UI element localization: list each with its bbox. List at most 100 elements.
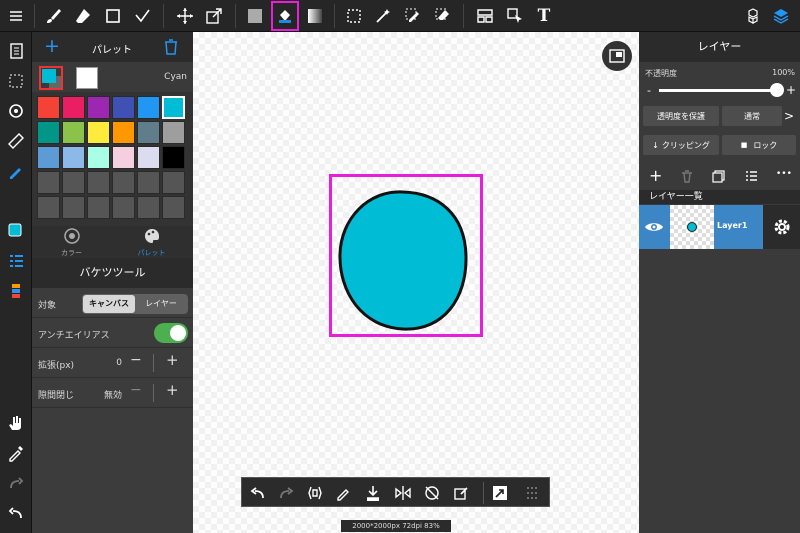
transform-icon[interactable] bbox=[201, 3, 227, 29]
color-swatch[interactable] bbox=[112, 96, 135, 119]
color-swatch[interactable] bbox=[87, 171, 110, 194]
color-swatch[interactable] bbox=[112, 171, 135, 194]
color-swatch[interactable] bbox=[87, 96, 110, 119]
color-swatch[interactable] bbox=[162, 121, 185, 144]
move-icon[interactable] bbox=[172, 3, 198, 29]
eye-icon[interactable] bbox=[644, 220, 664, 234]
color-swatch[interactable] bbox=[62, 121, 85, 144]
flip-icon[interactable] bbox=[394, 485, 412, 501]
color-swatch[interactable] bbox=[62, 171, 85, 194]
expand-plus-button[interactable]: + bbox=[166, 351, 179, 369]
target-canvas-option[interactable]: キャンバス bbox=[83, 295, 135, 313]
canvas-area[interactable]: 2000*2000px 72dpi 83% bbox=[193, 32, 639, 533]
target-layer-option[interactable]: レイヤー bbox=[135, 295, 187, 313]
color-swatch[interactable] bbox=[112, 196, 135, 219]
color-swatch[interactable] bbox=[162, 171, 185, 194]
color-swatch[interactable] bbox=[137, 121, 160, 144]
blend-arrow-icon[interactable]: > bbox=[784, 107, 798, 125]
selection-display-icon[interactable] bbox=[3, 68, 29, 94]
color-swatch[interactable] bbox=[87, 146, 110, 169]
color-swatch[interactable] bbox=[87, 121, 110, 144]
opacity-plus-button[interactable]: + bbox=[786, 83, 796, 97]
layers-icon[interactable] bbox=[768, 3, 794, 29]
vector-icon[interactable] bbox=[130, 3, 156, 29]
select-icon[interactable] bbox=[341, 3, 367, 29]
clipping-button[interactable]: ↓ クリッピング bbox=[643, 135, 719, 155]
add-layer-icon[interactable]: + bbox=[649, 166, 662, 185]
operation-icon[interactable] bbox=[502, 3, 528, 29]
delete-layer-icon[interactable] bbox=[681, 170, 693, 183]
fill-color-icon[interactable] bbox=[242, 3, 268, 29]
color-swatch[interactable] bbox=[37, 121, 60, 144]
redo-icon[interactable] bbox=[278, 485, 294, 501]
expand-minus-button[interactable]: − bbox=[130, 352, 142, 368]
tab-palette[interactable]: パレット bbox=[124, 228, 179, 258]
hand-icon[interactable] bbox=[3, 410, 29, 436]
more-icon[interactable]: ••• bbox=[776, 169, 792, 179]
download-icon[interactable] bbox=[365, 484, 381, 502]
undo-icon[interactable] bbox=[250, 485, 266, 501]
lock-button[interactable]: ■ ロック bbox=[722, 135, 796, 155]
opacity-slider-knob[interactable] bbox=[770, 83, 784, 97]
ruler-icon[interactable] bbox=[3, 128, 29, 154]
gap-minus-button[interactable]: − bbox=[130, 382, 142, 398]
opacity-minus-button[interactable]: - bbox=[647, 84, 651, 97]
rotate-icon[interactable] bbox=[307, 485, 323, 501]
trash-icon[interactable] bbox=[164, 39, 178, 59]
layer-settings-icon[interactable] bbox=[773, 218, 791, 236]
frame-divider-icon[interactable] bbox=[472, 3, 498, 29]
opacity-slider-track[interactable] bbox=[659, 89, 777, 92]
rectangle-icon[interactable] bbox=[100, 3, 126, 29]
select-pen-icon[interactable] bbox=[400, 3, 426, 29]
color-swatch[interactable] bbox=[37, 196, 60, 219]
color-swatch[interactable] bbox=[62, 96, 85, 119]
edit-icon[interactable] bbox=[453, 485, 469, 501]
protect-alpha-button[interactable]: 透明度を保護 bbox=[643, 106, 719, 126]
color-swatch[interactable] bbox=[37, 96, 60, 119]
layer-list-icon[interactable] bbox=[745, 170, 758, 183]
brush-icon[interactable] bbox=[40, 3, 66, 29]
color-swatch[interactable] bbox=[112, 146, 135, 169]
color-swatch[interactable] bbox=[112, 121, 135, 144]
gap-plus-button[interactable]: + bbox=[166, 381, 179, 399]
color-swatch[interactable] bbox=[162, 146, 185, 169]
hand-correction-icon[interactable] bbox=[3, 158, 29, 184]
no-rotate-icon[interactable] bbox=[424, 485, 440, 501]
current-color-box[interactable] bbox=[39, 66, 63, 90]
color-swatch[interactable] bbox=[162, 96, 185, 119]
magic-wand-icon[interactable] bbox=[370, 3, 396, 29]
redo-icon[interactable] bbox=[3, 470, 29, 496]
undo-icon[interactable] bbox=[3, 500, 29, 526]
grip-icon[interactable] bbox=[525, 485, 539, 501]
color-swatch[interactable] bbox=[62, 146, 85, 169]
color-swatch[interactable] bbox=[37, 171, 60, 194]
secondary-color-box[interactable] bbox=[76, 67, 98, 89]
layer-panel-icon[interactable] bbox=[3, 278, 29, 304]
color-swatch[interactable] bbox=[137, 96, 160, 119]
pen-icon[interactable] bbox=[335, 485, 351, 501]
gradient-icon[interactable] bbox=[302, 3, 328, 29]
color-swatch[interactable] bbox=[162, 196, 185, 219]
eyedropper-icon[interactable] bbox=[3, 440, 29, 466]
blend-mode-button[interactable]: 通常 bbox=[722, 106, 782, 126]
add-palette-icon[interactable]: + bbox=[44, 36, 60, 56]
bucket-tool-button[interactable] bbox=[271, 1, 299, 31]
snap-icon[interactable] bbox=[3, 98, 29, 124]
menu-icon[interactable] bbox=[3, 3, 29, 29]
tab-color[interactable]: カラー bbox=[44, 228, 99, 258]
select-eraser-icon[interactable] bbox=[430, 3, 456, 29]
layer-image-icon[interactable] bbox=[712, 170, 725, 183]
text-tool-icon[interactable]: T bbox=[531, 3, 557, 29]
brush-panel-icon[interactable] bbox=[3, 248, 29, 274]
color-swatch[interactable] bbox=[137, 171, 160, 194]
color-swatch[interactable] bbox=[37, 146, 60, 169]
color-swatch[interactable] bbox=[87, 196, 110, 219]
pages-icon[interactable] bbox=[3, 38, 29, 64]
color-swatch[interactable] bbox=[137, 196, 160, 219]
antialias-toggle[interactable] bbox=[154, 323, 188, 343]
fullscreen-icon[interactable] bbox=[492, 485, 508, 501]
layer-row[interactable]: Layer1 bbox=[639, 205, 800, 249]
material-icon[interactable] bbox=[740, 3, 766, 29]
navigator-button[interactable] bbox=[602, 41, 632, 71]
eraser-icon[interactable] bbox=[70, 3, 96, 29]
